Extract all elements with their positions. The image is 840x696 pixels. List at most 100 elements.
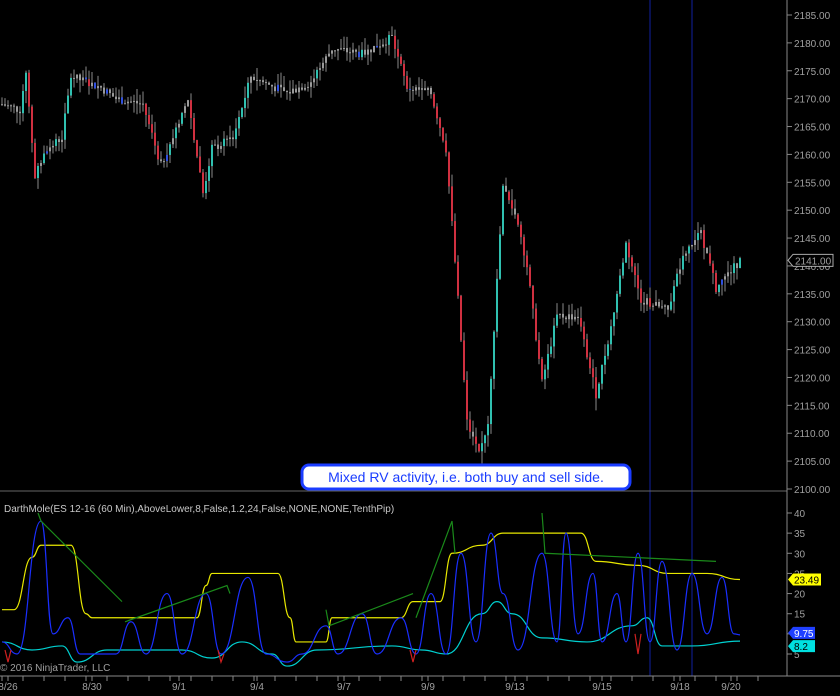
candle-body xyxy=(97,86,99,89)
candle-body xyxy=(646,298,648,305)
candle-body xyxy=(82,77,84,81)
candle-body xyxy=(373,45,375,53)
candle-body xyxy=(640,288,642,303)
candle-body xyxy=(568,314,570,320)
candle-body xyxy=(607,344,609,356)
candle-body xyxy=(358,51,360,58)
candle-body xyxy=(514,208,516,215)
candle-body xyxy=(256,79,258,81)
candle-body xyxy=(343,48,345,50)
candle-body xyxy=(679,269,681,274)
candle-body xyxy=(334,50,336,52)
candle-body xyxy=(694,240,696,245)
candle-body xyxy=(271,84,273,87)
candle-body xyxy=(376,45,378,48)
candle xyxy=(706,247,708,254)
candle xyxy=(433,92,435,109)
candle-body xyxy=(346,48,348,53)
candle-body xyxy=(133,100,135,102)
candle-body xyxy=(721,279,723,285)
candle-body xyxy=(706,247,708,254)
candle-body xyxy=(382,44,384,47)
candle-body xyxy=(496,278,498,332)
candle-body xyxy=(643,302,645,305)
candle-body xyxy=(475,436,477,444)
indicator-tick-label: 20 xyxy=(794,590,806,601)
candle-body xyxy=(394,35,396,49)
candle-body xyxy=(544,369,546,380)
candle-body xyxy=(670,301,672,310)
candle-body xyxy=(1,104,3,106)
candle-body xyxy=(199,156,201,173)
candle-body xyxy=(592,368,594,378)
candle-body xyxy=(232,137,234,140)
candle-body xyxy=(340,48,342,50)
candle-body xyxy=(136,100,138,104)
candle-body xyxy=(427,87,429,91)
candle-body xyxy=(634,266,636,276)
candle-body xyxy=(412,89,414,91)
candle-body xyxy=(22,91,24,114)
candle-body xyxy=(583,326,585,340)
candle-body xyxy=(709,253,711,264)
candle-body xyxy=(718,284,720,293)
candle-body xyxy=(673,286,675,302)
candle-body xyxy=(466,379,468,420)
annotation-box[interactable]: Mixed RV activity, i.e. both buy and sel… xyxy=(300,463,632,491)
candle-body xyxy=(79,74,81,81)
indicator-tick-label: 15 xyxy=(794,610,806,621)
candle-body xyxy=(319,68,321,70)
candle-body xyxy=(502,185,504,235)
candle-body xyxy=(508,191,510,201)
candle-body xyxy=(70,77,72,96)
indicator-value-label: 9.75 xyxy=(794,629,814,640)
candle-body xyxy=(619,275,621,294)
candle-body xyxy=(34,142,36,179)
price-tick-label: 2110.00 xyxy=(794,429,830,440)
candle-body xyxy=(652,305,654,307)
candle-body xyxy=(505,185,507,192)
candle-body xyxy=(457,261,459,296)
candle-body xyxy=(517,214,519,225)
candle xyxy=(196,139,198,159)
candle-body xyxy=(154,132,156,146)
price-tick-label: 2160.00 xyxy=(794,150,831,161)
candle-body xyxy=(397,48,399,57)
copyright-text: © 2016 NinjaTrader, LLC xyxy=(0,663,110,674)
candle-body xyxy=(550,346,552,354)
candle-body xyxy=(166,154,168,162)
candle-body xyxy=(10,105,12,107)
candle-body xyxy=(712,263,714,273)
candle-body xyxy=(493,331,495,379)
candle-body xyxy=(700,230,702,234)
candle-body xyxy=(211,144,213,167)
candle-body xyxy=(658,301,660,307)
candle xyxy=(541,356,543,382)
background xyxy=(0,0,840,696)
candle-body xyxy=(628,242,630,258)
candle-body xyxy=(703,230,705,248)
candle-body xyxy=(460,295,462,341)
candle-body xyxy=(304,87,306,90)
price-tick-label: 2120.00 xyxy=(794,373,831,384)
candle-body xyxy=(40,163,42,166)
candle-body xyxy=(127,101,129,104)
candle-body xyxy=(538,340,540,359)
candle-body xyxy=(268,82,270,85)
time-tick-label: 8/26 xyxy=(0,682,18,693)
candle-body xyxy=(160,159,162,162)
candle-body xyxy=(196,140,198,157)
candle-body xyxy=(445,140,447,153)
last-price-label: 2141.00 xyxy=(795,256,832,267)
candle xyxy=(460,294,462,342)
candle-body xyxy=(391,34,393,36)
candle xyxy=(496,268,498,338)
candle-body xyxy=(535,308,537,341)
candle-body xyxy=(49,147,51,152)
candle-body xyxy=(433,94,435,107)
time-tick-label: 9/15 xyxy=(592,682,612,693)
candle-body xyxy=(487,424,489,436)
candle-body xyxy=(220,146,222,149)
candle-body xyxy=(193,117,195,141)
candle-body xyxy=(631,257,633,267)
